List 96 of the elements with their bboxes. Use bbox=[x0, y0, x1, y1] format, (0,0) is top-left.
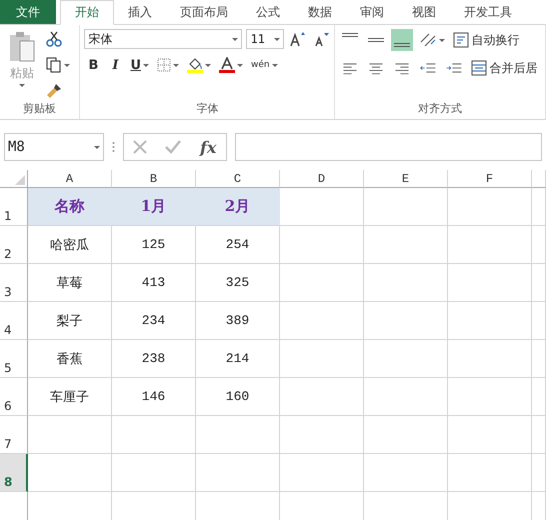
caret-icon bbox=[274, 38, 280, 40]
caret-icon bbox=[272, 64, 278, 66]
more-dots-icon bbox=[112, 141, 115, 153]
table-cell bbox=[532, 378, 546, 416]
group-label: 剪贴板 bbox=[22, 101, 58, 117]
row-header[interactable]: 6 bbox=[0, 378, 28, 416]
align-middle-icon bbox=[368, 38, 384, 42]
font-color-icon bbox=[219, 57, 236, 73]
wrap-text-icon bbox=[453, 32, 470, 48]
merge-center-button[interactable]: 合并后居 bbox=[469, 58, 540, 78]
ribbon-tab[interactable]: 数据 bbox=[294, 0, 346, 24]
table-cell: 325 bbox=[196, 264, 280, 302]
brush-icon bbox=[46, 83, 62, 99]
ribbon-tab[interactable]: 开始 bbox=[60, 0, 114, 25]
caret-icon bbox=[64, 64, 70, 66]
table-cell: 1月 bbox=[112, 188, 196, 226]
ribbon-tab[interactable]: 视图 bbox=[398, 0, 450, 24]
column-header[interactable]: E bbox=[364, 170, 448, 188]
orientation-icon bbox=[419, 32, 438, 48]
corner-triangle-icon bbox=[15, 175, 25, 185]
table-cell bbox=[532, 264, 546, 302]
insert-function-button[interactable]: fx bbox=[198, 136, 218, 158]
caret-icon bbox=[237, 64, 244, 66]
table-cell bbox=[532, 340, 546, 378]
table-cell: 125 bbox=[112, 226, 196, 264]
table-cell bbox=[532, 416, 546, 454]
underline-button[interactable]: U bbox=[128, 56, 152, 74]
check-icon bbox=[164, 139, 182, 155]
clipboard-icon bbox=[8, 31, 36, 63]
caret-icon bbox=[173, 64, 180, 66]
table-cell bbox=[532, 454, 546, 492]
table-cell: 名称 bbox=[28, 188, 112, 226]
group-label: 字体 bbox=[195, 101, 220, 117]
caret-icon bbox=[232, 38, 238, 40]
table-cell: 389 bbox=[196, 302, 280, 340]
ribbon-tab[interactable]: 页面布局 bbox=[166, 0, 242, 24]
table-cell: 146 bbox=[112, 378, 196, 416]
ribbon-tab[interactable]: 公式 bbox=[242, 0, 294, 24]
ribbon-tab[interactable]: 开发工具 bbox=[450, 0, 526, 24]
row-header[interactable]: 5 bbox=[0, 340, 28, 378]
table-cell bbox=[532, 188, 546, 226]
copy-icon bbox=[46, 57, 62, 73]
row-header[interactable]: 8 bbox=[0, 454, 28, 492]
cut-button[interactable] bbox=[44, 29, 64, 49]
merge-cells-icon bbox=[471, 60, 488, 76]
font-grow-icon bbox=[290, 31, 306, 47]
ribbon-tab[interactable]: 插入 bbox=[114, 0, 166, 24]
column-header[interactable]: B bbox=[112, 170, 196, 188]
ribbon-tab[interactable]: 审阅 bbox=[346, 0, 398, 24]
borders-button[interactable] bbox=[155, 56, 182, 74]
caret-icon bbox=[19, 84, 25, 87]
wrap-text-button[interactable]: 自动换行 bbox=[451, 30, 522, 50]
group-label: 对齐方式 bbox=[417, 101, 464, 117]
column-header[interactable]: C bbox=[196, 170, 280, 188]
bold-button[interactable]: B bbox=[84, 56, 102, 74]
font-shrink-icon bbox=[314, 31, 330, 47]
table-cell: 车厘子 bbox=[28, 378, 112, 416]
border-grid-icon bbox=[157, 58, 172, 72]
formula-input[interactable] bbox=[235, 133, 542, 161]
align-bottom-button[interactable] bbox=[391, 29, 414, 51]
table-cell: 214 bbox=[196, 340, 280, 378]
row-header[interactable]: 3 bbox=[0, 264, 28, 302]
caret-icon bbox=[205, 64, 212, 66]
row-header[interactable]: 2 bbox=[0, 226, 28, 264]
column-header[interactable]: D bbox=[280, 170, 364, 188]
table-cell bbox=[532, 302, 546, 340]
cancel-icon bbox=[132, 139, 148, 155]
align-bottom-icon bbox=[394, 43, 410, 47]
scissors-icon bbox=[46, 31, 62, 47]
table-cell: 梨子 bbox=[28, 302, 112, 340]
table-cell: 254 bbox=[196, 226, 280, 264]
table-cell: 2月 bbox=[196, 188, 280, 226]
row-header[interactable]: 4 bbox=[0, 302, 28, 340]
table-cell bbox=[532, 226, 546, 264]
align-top-icon bbox=[342, 33, 358, 37]
table-cell: 413 bbox=[112, 264, 196, 302]
table-cell: 238 bbox=[112, 340, 196, 378]
copy-button[interactable] bbox=[44, 55, 72, 75]
table-cell: 哈密瓜 bbox=[28, 226, 112, 264]
column-header[interactable]: A bbox=[28, 170, 112, 188]
paint-bucket-icon bbox=[187, 57, 204, 73]
phonetic-guide-button[interactable]: wén bbox=[249, 58, 280, 72]
font-name-field[interactable]: 宋体 bbox=[84, 29, 242, 49]
file-tab[interactable]: 文件 bbox=[0, 0, 56, 24]
table-cell: 234 bbox=[112, 302, 196, 340]
caret-icon bbox=[94, 146, 100, 148]
font-color-button[interactable] bbox=[217, 55, 246, 75]
table-cell: 160 bbox=[196, 378, 280, 416]
column-header[interactable]: F bbox=[448, 170, 532, 188]
name-box[interactable]: M8 bbox=[4, 133, 104, 161]
caret-icon bbox=[143, 64, 150, 66]
font-size-field[interactable]: 11 bbox=[246, 29, 284, 49]
table-cell: 香蕉 bbox=[28, 340, 112, 378]
italic-button[interactable]: I bbox=[106, 56, 124, 74]
caret-icon bbox=[439, 38, 446, 42]
table-cell: 草莓 bbox=[28, 264, 112, 302]
